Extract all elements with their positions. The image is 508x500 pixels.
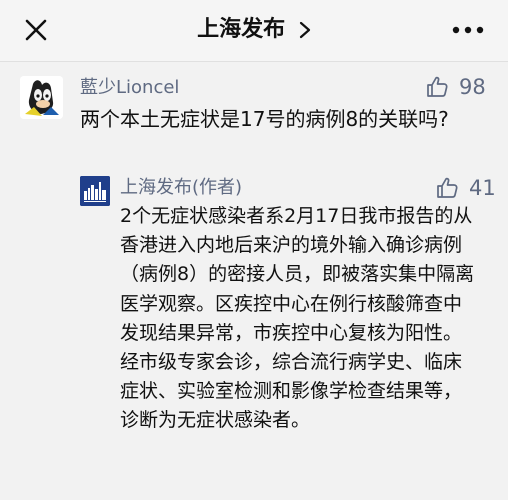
page-title[interactable]: 上海发布 bbox=[0, 15, 508, 45]
more-icon bbox=[452, 26, 484, 34]
reply-author-name[interactable]: 上海发布(作者) bbox=[120, 175, 242, 201]
chevron-right-icon bbox=[299, 21, 310, 39]
thumbs-up-icon bbox=[427, 76, 448, 97]
comment-author-name[interactable]: 藍少Lioncel bbox=[80, 75, 179, 101]
author-reply: 上海发布(作者) 41 2个无症状感染者系2月17日我市报告的从香港进入内地后来… bbox=[80, 171, 496, 500]
page-title-text: 上海发布 bbox=[197, 17, 286, 42]
top-navigation-bar: 上海发布 bbox=[0, 0, 508, 62]
reply-text: 2个无症状感染者系2月17日我市报告的从香港进入内地后来沪的境外输入确诊病例（病… bbox=[120, 205, 475, 432]
reply-like-button[interactable]: 41 bbox=[435, 173, 496, 203]
comment-like-count: 98 bbox=[459, 75, 486, 99]
avatar-image bbox=[20, 76, 63, 119]
shanghai-fabu-logo[interactable] bbox=[80, 176, 110, 206]
comment-like-button[interactable]: 98 bbox=[425, 72, 497, 102]
comment-text: 两个本土无症状是17号的病例8的关联吗? bbox=[80, 107, 449, 131]
thumbs-up-icon bbox=[437, 177, 458, 198]
reply-like-count: 41 bbox=[469, 176, 496, 200]
user-avatar[interactable] bbox=[20, 76, 63, 119]
logo-image bbox=[80, 176, 110, 206]
comment-item: 藍少Lioncel 98 两个本土无症状是17号的病例8的关联吗? 上海发布(作… bbox=[0, 62, 508, 500]
more-options-button[interactable] bbox=[448, 19, 488, 41]
